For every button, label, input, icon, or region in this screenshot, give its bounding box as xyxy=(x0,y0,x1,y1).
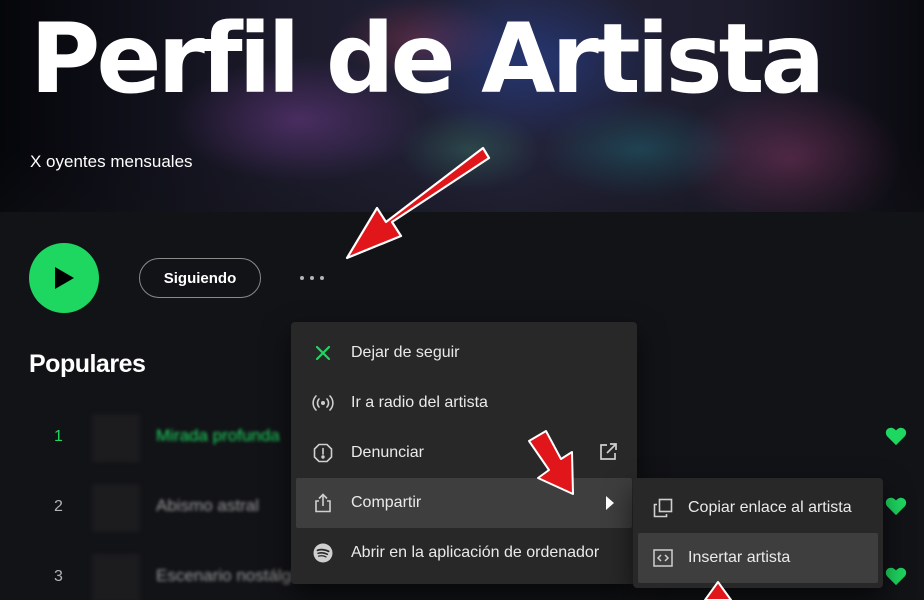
liked-heart-icon[interactable] xyxy=(885,496,907,516)
menu-item-unfollow[interactable]: Dejar de seguir xyxy=(296,328,632,378)
track-cover xyxy=(92,414,140,462)
track-title[interactable]: Abismo astral xyxy=(156,496,259,516)
track-title[interactable]: Mirada profunda xyxy=(156,426,280,446)
report-icon xyxy=(312,442,334,464)
share-icon xyxy=(312,492,334,514)
artist-context-menu: Dejar de seguir Ir a radio del artista D… xyxy=(291,322,637,584)
spotify-icon xyxy=(312,542,334,564)
track-cover xyxy=(92,484,140,532)
track-cover xyxy=(92,554,140,600)
play-button[interactable] xyxy=(29,243,99,313)
monthly-listeners: X oyentes mensuales xyxy=(30,152,193,171)
menu-item-embed-artist[interactable]: Insertar artista xyxy=(638,533,878,583)
share-submenu: Copiar enlace al artista Insertar artist… xyxy=(633,478,883,588)
liked-heart-icon[interactable] xyxy=(885,426,907,446)
track-title[interactable]: Escenario nostálgico xyxy=(156,566,313,586)
copy-icon xyxy=(652,497,674,519)
track-number: 1 xyxy=(54,428,63,445)
close-icon xyxy=(312,342,334,364)
track-number: 2 xyxy=(54,498,63,515)
popular-section-title: Populares xyxy=(29,350,146,378)
submenu-arrow-icon xyxy=(606,496,614,510)
liked-heart-icon[interactable] xyxy=(885,566,907,586)
play-icon xyxy=(55,267,74,289)
artist-name: Perfil de Artista xyxy=(30,3,825,115)
artist-page: Perfil de Artista X oyentes mensuales Si… xyxy=(0,0,924,600)
embed-icon xyxy=(652,547,674,569)
track-number: 3 xyxy=(54,568,63,585)
menu-item-artist-radio[interactable]: Ir a radio del artista xyxy=(296,378,632,428)
radio-icon xyxy=(312,392,334,414)
external-link-icon xyxy=(600,443,617,460)
menu-item-copy-artist-link[interactable]: Copiar enlace al artista xyxy=(638,483,878,533)
following-button[interactable]: Siguiendo xyxy=(139,258,261,298)
more-options-icon[interactable] xyxy=(292,264,332,292)
menu-item-report[interactable]: Denunciar xyxy=(296,428,632,478)
menu-item-open-desktop-app[interactable]: Abrir en la aplicación de ordenador xyxy=(296,528,632,578)
menu-item-share[interactable]: Compartir xyxy=(296,478,632,528)
